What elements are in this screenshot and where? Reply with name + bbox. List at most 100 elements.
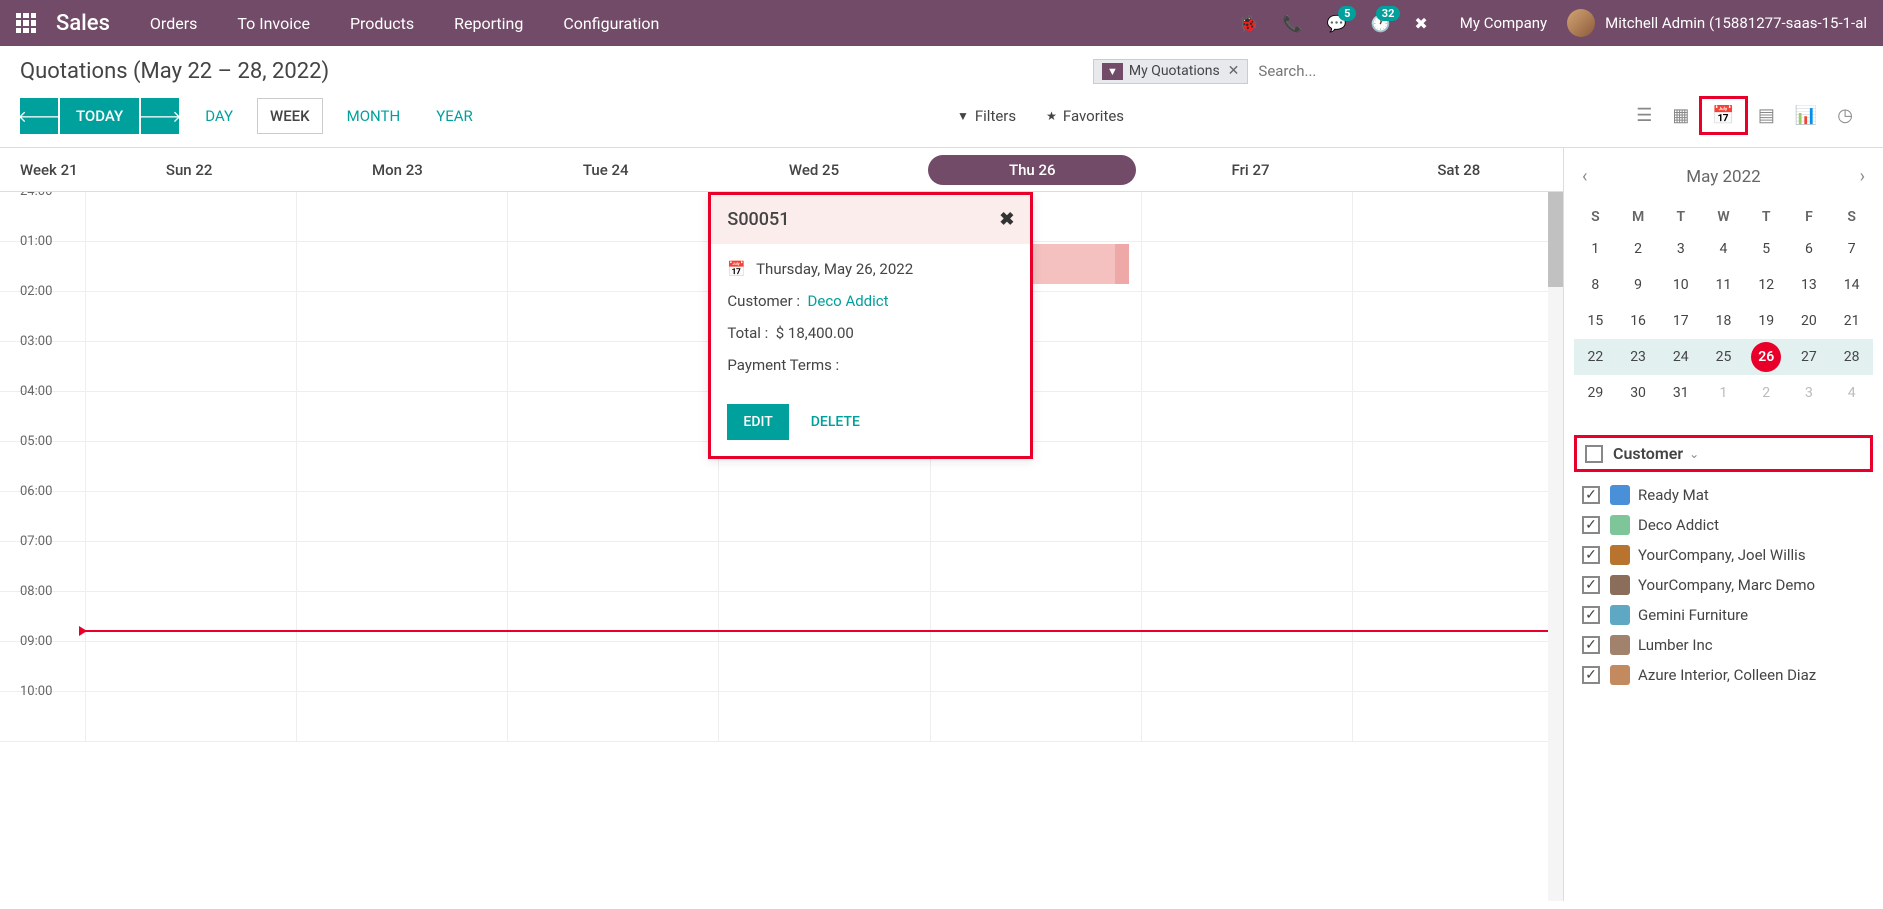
time-cell[interactable] — [296, 392, 507, 441]
time-grid[interactable]: 24:0001:0002:0003:0004:0005:0006:0007:00… — [0, 192, 1563, 901]
brand[interactable]: Sales — [56, 11, 110, 36]
scale-year[interactable]: YEAR — [424, 98, 485, 134]
time-cell[interactable] — [930, 542, 1141, 591]
time-cell[interactable] — [85, 542, 296, 591]
time-row[interactable]: 09:00 — [0, 642, 1563, 692]
customer-checkbox[interactable] — [1582, 606, 1600, 624]
menu-orders[interactable]: Orders — [150, 14, 197, 33]
time-cell[interactable] — [507, 542, 718, 591]
day-header-sat[interactable]: Sat 28 — [1355, 153, 1563, 187]
menu-reporting[interactable]: Reporting — [454, 14, 523, 33]
mini-cal-day[interactable]: 1 — [1702, 375, 1745, 411]
mini-cal-day[interactable]: 6 — [1788, 231, 1831, 267]
customer-item[interactable]: Lumber Inc — [1574, 630, 1873, 660]
time-cell[interactable] — [930, 492, 1141, 541]
wrench-icon[interactable]: ✖ — [1414, 14, 1427, 33]
time-cell[interactable] — [85, 642, 296, 691]
time-cell[interactable] — [85, 192, 296, 241]
time-cell[interactable] — [85, 492, 296, 541]
mini-cal-day[interactable]: 3 — [1659, 231, 1702, 267]
time-cell[interactable] — [1352, 192, 1563, 241]
time-cell[interactable] — [296, 592, 507, 641]
time-cell[interactable] — [1141, 342, 1352, 391]
time-cell[interactable] — [296, 242, 507, 291]
time-cell[interactable] — [507, 342, 718, 391]
customer-item[interactable]: Ready Mat — [1574, 480, 1873, 510]
delete-button[interactable]: DELETE — [807, 404, 864, 440]
time-cell[interactable] — [718, 492, 929, 541]
time-cell[interactable] — [1141, 542, 1352, 591]
time-cell[interactable] — [1141, 242, 1352, 291]
customer-checkbox[interactable] — [1582, 636, 1600, 654]
filters-button[interactable]: ▼Filters — [957, 107, 1016, 125]
day-header-sun[interactable]: Sun 22 — [85, 153, 293, 187]
time-row[interactable]: 08:00 — [0, 592, 1563, 642]
mini-cal-day[interactable]: 9 — [1617, 267, 1660, 303]
scale-week[interactable]: WEEK — [257, 98, 323, 134]
mini-cal-day[interactable]: 27 — [1788, 339, 1831, 375]
mini-cal-day[interactable]: 3 — [1788, 375, 1831, 411]
view-list-icon[interactable]: ☰ — [1626, 99, 1662, 132]
mini-cal-day[interactable]: 25 — [1702, 339, 1745, 375]
time-cell[interactable] — [507, 592, 718, 641]
view-pivot-icon[interactable]: ▤ — [1748, 99, 1785, 132]
time-cell[interactable] — [296, 292, 507, 341]
time-cell[interactable] — [930, 642, 1141, 691]
time-cell[interactable] — [85, 592, 296, 641]
mini-cal-day[interactable]: 22 — [1574, 339, 1617, 375]
mini-cal-day[interactable]: 4 — [1830, 375, 1873, 411]
mini-cal-day[interactable]: 1 — [1574, 231, 1617, 267]
mini-cal-day[interactable]: 16 — [1617, 303, 1660, 339]
time-cell[interactable] — [718, 542, 929, 591]
mini-cal-day[interactable]: 4 — [1702, 231, 1745, 267]
mini-cal-day[interactable]: 23 — [1617, 339, 1660, 375]
search-input[interactable] — [1248, 58, 1863, 84]
time-cell[interactable] — [85, 442, 296, 491]
popup-customer-link[interactable]: Deco Addict — [808, 292, 889, 310]
mini-cal-day[interactable]: 30 — [1617, 375, 1660, 411]
time-cell[interactable] — [1352, 442, 1563, 491]
time-cell[interactable] — [85, 692, 296, 741]
today-button[interactable]: TODAY — [60, 98, 139, 134]
time-cell[interactable] — [1141, 292, 1352, 341]
customer-item[interactable]: Gemini Furniture — [1574, 600, 1873, 630]
mini-cal-day[interactable]: 2 — [1745, 375, 1788, 411]
time-cell[interactable] — [507, 292, 718, 341]
day-header-thu[interactable]: Thu 26 — [928, 155, 1136, 185]
time-cell[interactable] — [1141, 642, 1352, 691]
time-cell[interactable] — [296, 342, 507, 391]
time-cell[interactable] — [1141, 442, 1352, 491]
time-cell[interactable] — [1141, 392, 1352, 441]
day-header-wed[interactable]: Wed 25 — [710, 153, 918, 187]
time-cell[interactable] — [718, 592, 929, 641]
day-header-fri[interactable]: Fri 27 — [1146, 153, 1354, 187]
scale-month[interactable]: MONTH — [335, 98, 413, 134]
mini-cal-day[interactable]: 11 — [1702, 267, 1745, 303]
mini-cal-day[interactable]: 18 — [1702, 303, 1745, 339]
time-cell[interactable] — [718, 642, 929, 691]
customer-item[interactable]: Deco Addict — [1574, 510, 1873, 540]
time-cell[interactable] — [1352, 292, 1563, 341]
time-cell[interactable] — [85, 292, 296, 341]
time-cell[interactable] — [1352, 392, 1563, 441]
mini-cal-day[interactable]: 7 — [1830, 231, 1873, 267]
search-facet[interactable]: ▼ My Quotations ✕ — [1093, 59, 1248, 84]
time-cell[interactable] — [507, 192, 718, 241]
time-cell[interactable] — [1352, 492, 1563, 541]
customer-checkbox[interactable] — [1582, 486, 1600, 504]
close-icon[interactable]: ✕ — [1228, 63, 1240, 79]
time-cell[interactable] — [1352, 242, 1563, 291]
time-cell[interactable] — [1352, 692, 1563, 741]
mini-cal-next[interactable]: › — [1852, 162, 1873, 191]
mini-cal-day[interactable]: 13 — [1788, 267, 1831, 303]
phone-icon[interactable]: 📞 — [1283, 14, 1303, 33]
time-cell[interactable] — [507, 242, 718, 291]
time-cell[interactable] — [1141, 692, 1352, 741]
view-activity-icon[interactable]: ◷ — [1827, 99, 1863, 132]
company-selector[interactable]: My Company — [1460, 14, 1547, 32]
time-cell[interactable] — [85, 242, 296, 291]
time-cell[interactable] — [85, 392, 296, 441]
discuss-icon[interactable]: 💬5 — [1327, 14, 1347, 33]
mini-cal-day[interactable]: 10 — [1659, 267, 1702, 303]
debug-icon[interactable]: 🐞 — [1239, 14, 1259, 33]
